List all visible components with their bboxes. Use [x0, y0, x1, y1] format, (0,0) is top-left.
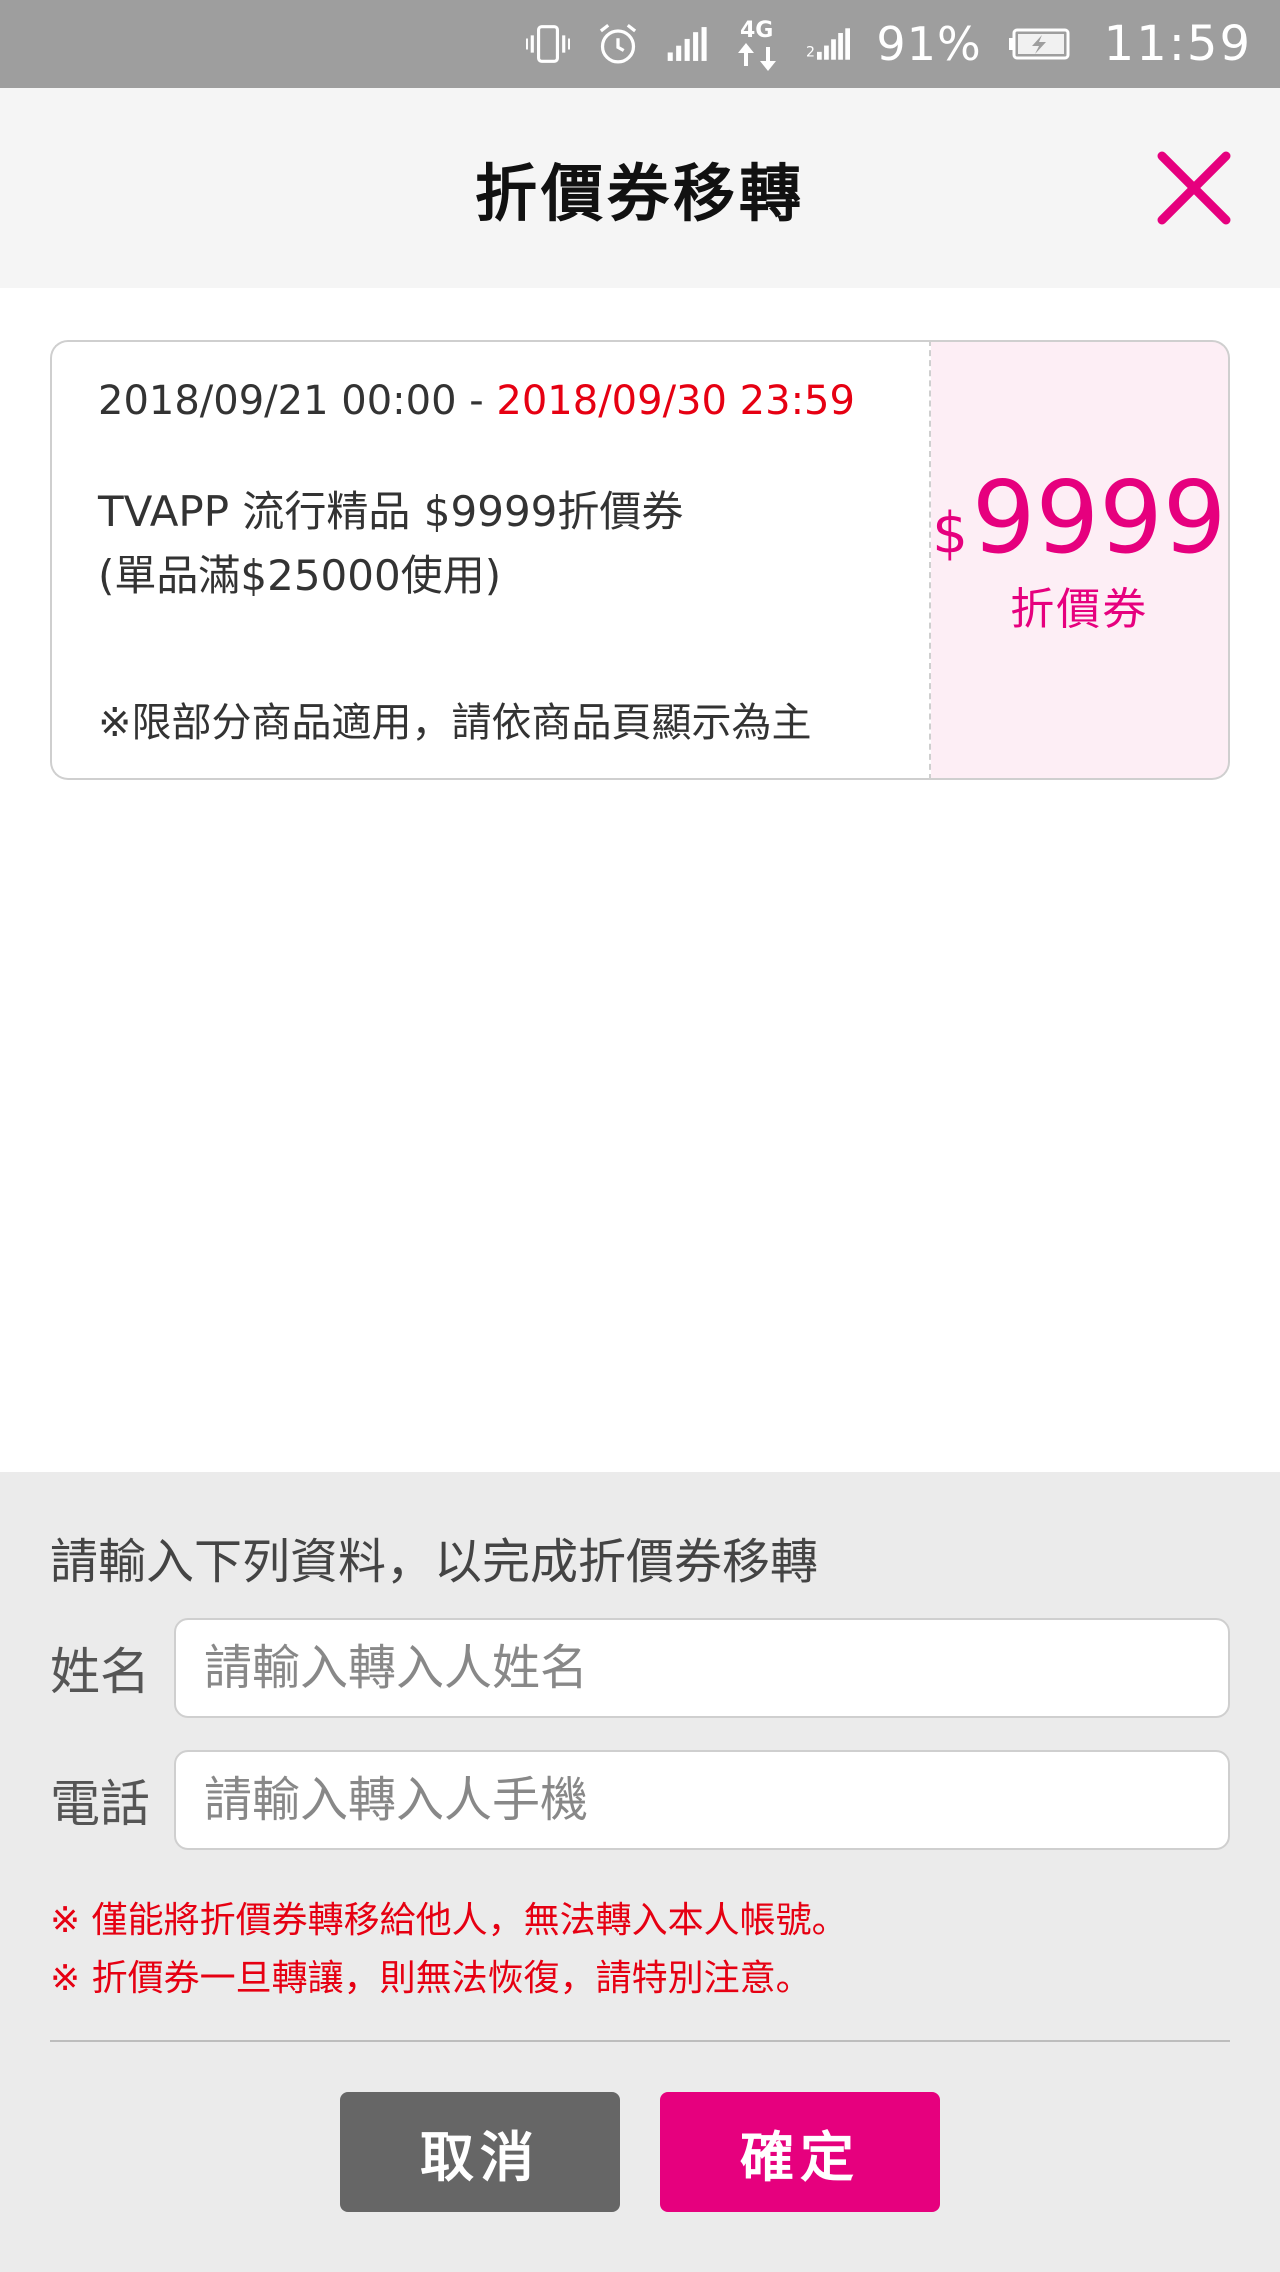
- coupon-card: 2018/09/21 00:00 - 2018/09/30 23:59 TVAP…: [50, 340, 1230, 780]
- status-icons: 4G 2 91% 11:59: [526, 16, 1252, 72]
- phone-row: 電話: [50, 1750, 1230, 1850]
- alarm-icon: [596, 22, 640, 66]
- confirm-button[interactable]: 確定: [660, 2092, 940, 2212]
- svg-text:2: 2: [806, 45, 815, 61]
- cancel-button[interactable]: 取消: [340, 2092, 620, 2212]
- form-instructions: 請輸入下列資料，以完成折價券移轉: [50, 1534, 819, 1590]
- name-row: 姓名: [50, 1618, 1230, 1718]
- coupon-date-start: 2018/09/21 00:00 -: [98, 378, 497, 424]
- divider: [50, 2040, 1230, 2042]
- coupon-amount-value: 9999: [971, 459, 1227, 576]
- name-input[interactable]: [174, 1618, 1230, 1718]
- signal-2-icon: 2: [806, 22, 851, 66]
- svg-text:4G: 4G: [740, 18, 773, 43]
- transfer-form: 請輸入下列資料，以完成折價券移轉 姓名 電話 ※ 僅能將折價券轉移給他人，無法轉…: [0, 1472, 1280, 2272]
- vibrate-icon: [526, 22, 571, 66]
- coupon-name-line2: (單品滿$25000使用): [98, 551, 502, 600]
- page-header: 折價券移轉: [0, 88, 1280, 288]
- close-button[interactable]: [1156, 150, 1232, 226]
- coupon-details: 2018/09/21 00:00 - 2018/09/30 23:59 TVAP…: [50, 340, 929, 780]
- phone-input[interactable]: [174, 1750, 1230, 1850]
- battery-percent: 91%: [876, 17, 982, 71]
- coupon-amount-panel: $ 9999 折價券: [930, 340, 1230, 780]
- coupon-name: TVAPP 流行精品 $9999折價券 (單品滿$25000使用): [98, 480, 929, 608]
- signal-icon: [666, 22, 710, 66]
- status-bar: 4G 2 91% 11:59: [0, 0, 1280, 88]
- currency-sign: $: [932, 501, 968, 566]
- warning-self-transfer: ※ 僅能將折價券轉移給他人，無法轉入本人帳號。: [50, 1900, 848, 1941]
- transfer-warnings: ※ 僅能將折價券轉移給他人，無法轉入本人帳號。 ※ 折價券一旦轉讓，則無法恢復，…: [50, 1892, 848, 2008]
- data-4g-icon: 4G: [736, 18, 780, 71]
- battery-charging-icon: [1008, 22, 1070, 66]
- name-label: 姓名: [50, 1643, 150, 1701]
- coupon-date-end: 2018/09/30 23:59: [496, 378, 855, 424]
- phone-label: 電話: [50, 1775, 150, 1833]
- warning-irreversible: ※ 折價券一旦轉讓，則無法恢復，請特別注意。: [50, 1958, 812, 1999]
- coupon-note: ※限部分商品適用，請依商品頁顯示為主: [98, 700, 812, 746]
- coupon-name-line1: TVAPP 流行精品 $9999折價券: [98, 487, 684, 536]
- clock: 11:59: [1103, 16, 1252, 72]
- page-title: 折價券移轉: [474, 157, 805, 230]
- close-icon: [1157, 151, 1231, 225]
- coupon-amount: $ 9999: [932, 463, 1226, 573]
- coupon-validity: 2018/09/21 00:00 - 2018/09/30 23:59: [98, 378, 929, 424]
- coupon-amount-label: 折價券: [1010, 584, 1149, 635]
